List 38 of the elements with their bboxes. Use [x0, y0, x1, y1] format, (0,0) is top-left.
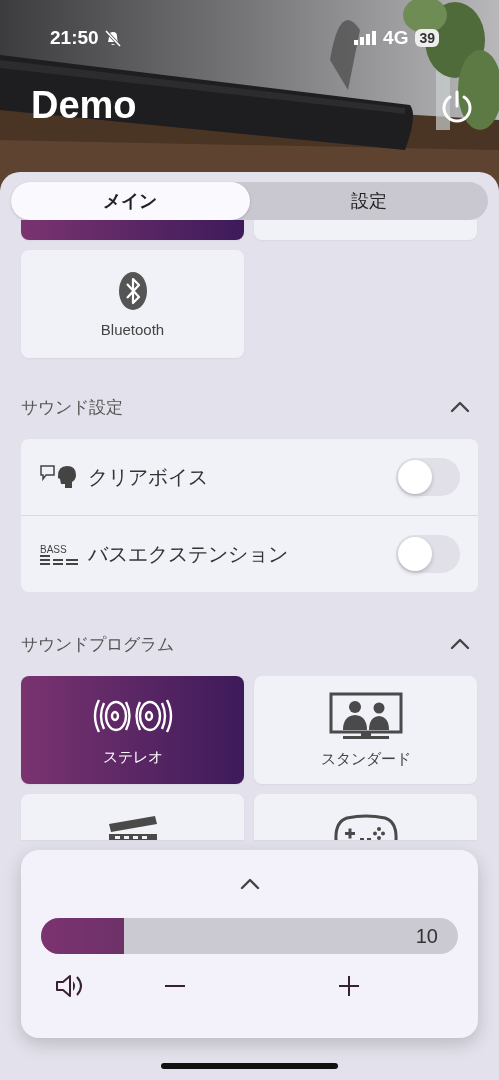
tile-label: ステレオ	[102, 747, 163, 767]
battery-level: 39	[415, 29, 439, 47]
section-title: サウンド設定	[21, 396, 123, 419]
status-time: 21:50	[50, 27, 99, 49]
tile-label: Bluetooth	[100, 320, 165, 338]
volume-reading: 10	[415, 924, 438, 948]
bell-slash-icon	[104, 29, 121, 47]
voice-icon	[40, 464, 78, 490]
toggle-switch[interactable]	[396, 535, 460, 573]
tab[interactable]: メイン	[11, 182, 250, 220]
bluetooth-tile[interactable]: Bluetooth	[21, 250, 244, 358]
clapperboard-icon	[106, 814, 159, 840]
minus-icon	[165, 984, 185, 988]
optical-tile[interactable]	[254, 220, 477, 240]
bluetooth-icon	[117, 270, 148, 311]
standard-tile[interactable]: スタンダード	[254, 676, 477, 784]
setting-label: クリアボイス	[88, 464, 208, 490]
chevron-up-icon[interactable]	[450, 401, 470, 413]
power-icon[interactable]	[441, 88, 473, 123]
plus-icon	[339, 976, 359, 996]
chevron-up-icon[interactable]	[450, 638, 470, 650]
toggle-switch[interactable]	[396, 458, 460, 496]
network-label: 4G	[383, 27, 409, 49]
tab[interactable]: 設定	[249, 182, 488, 220]
movie-tile[interactable]	[21, 794, 244, 840]
section-title: サウンドプログラム	[21, 633, 174, 656]
tv-icon	[328, 691, 403, 740]
tile-label: スタンダード	[320, 749, 411, 769]
device-title: Demo	[31, 84, 137, 127]
volume-slider[interactable]: 10	[41, 918, 458, 954]
game-tile[interactable]	[254, 794, 477, 840]
gamepad-icon	[332, 814, 399, 840]
signal-icon	[354, 31, 377, 45]
tv-tile[interactable]	[21, 220, 244, 240]
chevron-up-icon[interactable]	[239, 878, 260, 890]
stereo-tile[interactable]: ステレオ	[21, 676, 244, 784]
speaker-icon	[55, 974, 85, 998]
setting-label: バスエクステンション	[88, 541, 288, 567]
